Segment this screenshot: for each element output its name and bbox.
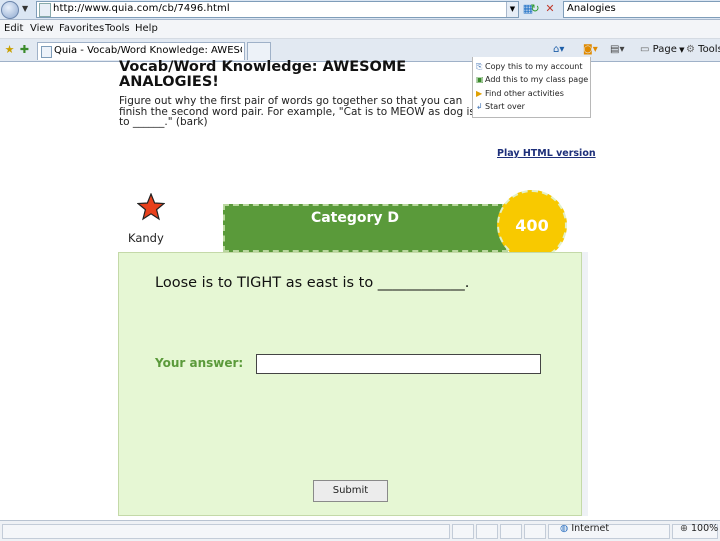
zoom-label: 100% xyxy=(691,523,719,534)
status-text-segment xyxy=(2,524,450,539)
recent-pages-dropdown[interactable]: ▼ xyxy=(22,4,28,13)
zoom-status[interactable]: ⊕ 100% xyxy=(680,523,718,534)
page-menu-label: Page xyxy=(652,44,677,55)
globe-icon: ◍ xyxy=(560,523,569,534)
status-segment xyxy=(500,524,522,539)
tools-menu[interactable]: ⚙ Tools xyxy=(686,44,720,55)
url-text: http://www.quia.com/cb/7496.html xyxy=(53,3,230,14)
activity-links-panel: ⎘ Copy this to my account ▣Add this to my… xyxy=(472,57,591,118)
tab-page-icon xyxy=(41,46,52,58)
address-bar: ▼ http://www.quia.com/cb/7496.html ▼ ▦ ↻… xyxy=(0,0,720,20)
add-class-link[interactable]: ▣Add this to my class page xyxy=(476,75,588,84)
print-icon[interactable]: ▤▾ xyxy=(610,44,624,55)
question-text: Loose is to TIGHT as east is to ________… xyxy=(155,275,470,291)
favorites-star-icon[interactable]: ★ xyxy=(2,42,17,57)
url-field[interactable]: http://www.quia.com/cb/7496.html ▼ xyxy=(36,1,519,18)
copy-link-label: Copy this to my account xyxy=(485,62,583,71)
search-text: Analogies xyxy=(567,3,616,14)
find-activities-link-label: Find other activities xyxy=(485,89,564,98)
menu-bar: Edit View Favorites Tools Help xyxy=(0,20,720,39)
question-panel xyxy=(118,252,582,516)
category-label: Category D xyxy=(310,210,400,226)
status-bar xyxy=(0,520,720,541)
new-tab-button[interactable] xyxy=(247,42,271,60)
answer-label: Your answer: xyxy=(155,356,244,370)
search-field[interactable]: Analogies xyxy=(563,1,720,18)
player-name: Kandy xyxy=(128,231,164,245)
copy-icon: ⎘ xyxy=(476,62,483,71)
start-over-link-label: Start over xyxy=(485,102,525,111)
zone-label: Internet xyxy=(571,523,610,534)
tools-menu-label: Tools xyxy=(698,44,720,55)
points-value: 400 xyxy=(515,216,549,235)
instructions: Figure out why the first pair of words g… xyxy=(119,95,475,128)
refresh-icon[interactable]: ↻ xyxy=(528,2,542,16)
menu-help[interactable]: Help xyxy=(135,23,158,34)
menu-view[interactable]: View xyxy=(30,23,54,34)
start-over-link[interactable]: ↲ Start over xyxy=(476,102,525,111)
tab-title: Quia - Vocab/Word Knowledge: AWESOME ANA… xyxy=(54,45,242,56)
home-icon[interactable]: ⌂▾ xyxy=(553,44,564,55)
page-icon: ▭ xyxy=(640,44,650,55)
submit-button[interactable]: Submit xyxy=(313,480,388,502)
status-segment xyxy=(452,524,474,539)
menu-tools[interactable]: Tools xyxy=(105,23,130,34)
menu-edit[interactable]: Edit xyxy=(4,23,23,34)
page-menu[interactable]: ▭ Page ▼ xyxy=(640,44,684,55)
page-title: Vocab/Word Knowledge: AWESOME ANALOGIES! xyxy=(119,59,407,90)
add-favorites-icon[interactable]: ✚ xyxy=(17,42,32,57)
add-class-link-label: Add this to my class page xyxy=(485,75,589,84)
status-segment xyxy=(476,524,498,539)
play-html-link[interactable]: Play HTML version xyxy=(497,148,596,159)
arrow-icon: ▶ xyxy=(476,89,483,98)
find-activities-link[interactable]: ▶ Find other activities xyxy=(476,89,564,98)
restart-icon: ↲ xyxy=(476,102,483,111)
status-segment xyxy=(524,524,546,539)
back-button[interactable] xyxy=(1,1,19,19)
panel-shadow xyxy=(582,252,588,516)
add-icon: ▣ xyxy=(476,75,484,84)
star-icon xyxy=(137,193,165,221)
feeds-icon[interactable]: ◙▾ xyxy=(583,44,598,55)
copy-link[interactable]: ⎘ Copy this to my account xyxy=(476,62,583,72)
zoom-icon: ⊕ xyxy=(680,523,688,534)
points-badge: 400 xyxy=(497,190,567,260)
stop-icon[interactable]: ✕ xyxy=(543,2,557,16)
menu-favorites[interactable]: Favorites xyxy=(59,23,104,34)
page-icon xyxy=(39,3,51,17)
gear-icon: ⚙ xyxy=(686,44,695,55)
category-header: Category D xyxy=(223,204,508,252)
page-menu-chevron-icon: ▼ xyxy=(676,46,685,54)
answer-input[interactable] xyxy=(256,354,541,374)
tab-current[interactable]: Quia - Vocab/Word Knowledge: AWESOME ANA… xyxy=(37,42,245,60)
zone-status: ◍ Internet xyxy=(560,523,609,534)
url-dropdown-icon[interactable]: ▼ xyxy=(506,2,518,17)
